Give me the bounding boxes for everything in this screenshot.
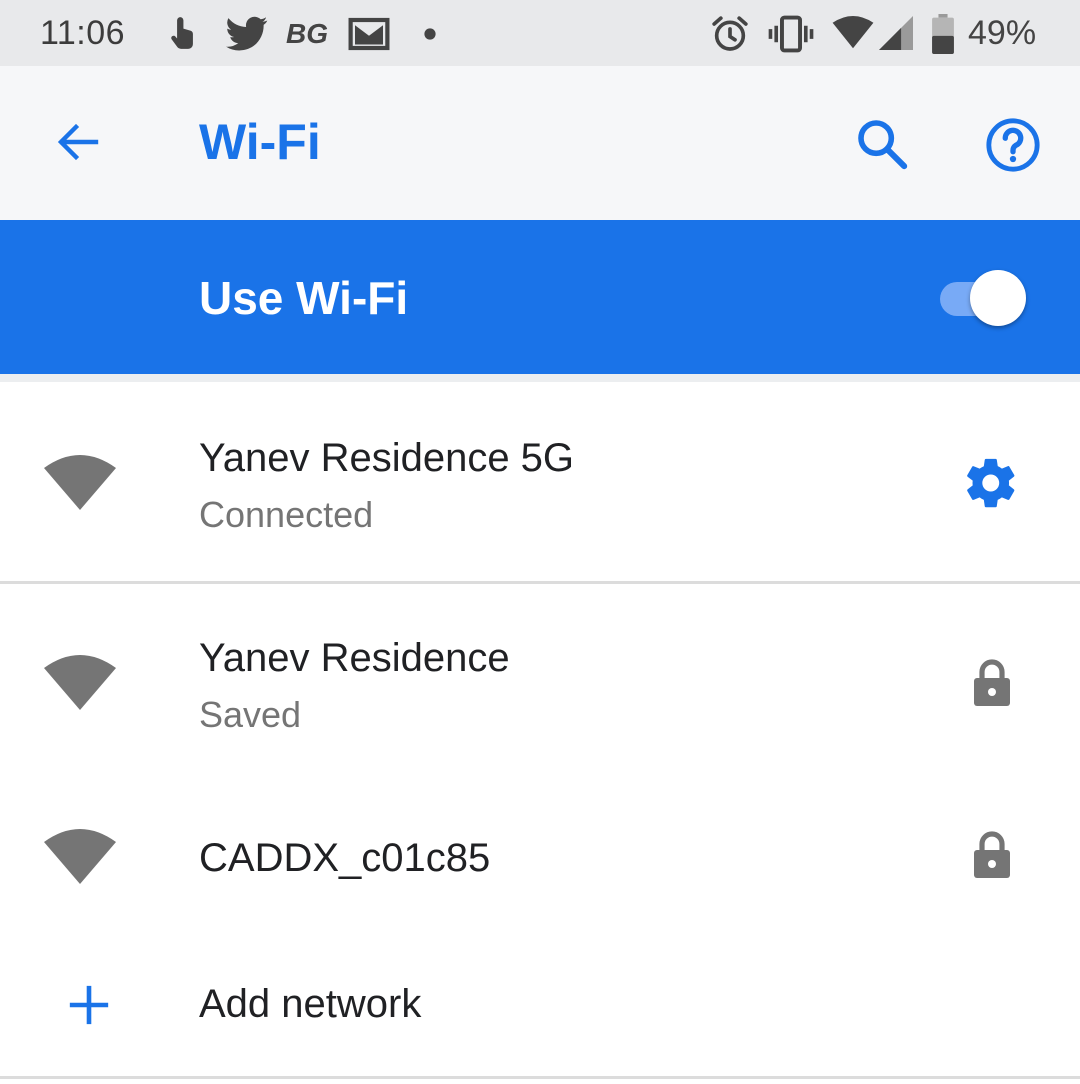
alarm-icon bbox=[712, 16, 748, 51]
back-arrow-icon[interactable] bbox=[52, 118, 104, 166]
network-item-connected[interactable]: Yanev Residence 5G Connected bbox=[0, 382, 1080, 582]
network-status: Saved bbox=[199, 694, 302, 735]
battery-percent: 49% bbox=[968, 14, 1037, 52]
cell-signal-icon bbox=[879, 16, 913, 50]
network-status: Connected bbox=[199, 494, 374, 535]
battery-icon bbox=[932, 14, 954, 54]
status-bar: 11:06 BG 49% bbox=[0, 0, 1080, 66]
wifi-signal-icon bbox=[44, 829, 116, 884]
plus-icon bbox=[69, 985, 109, 1025]
wifi-status-icon bbox=[832, 16, 874, 49]
twitter-icon bbox=[226, 16, 268, 51]
search-icon[interactable] bbox=[854, 116, 910, 172]
gear-icon[interactable] bbox=[962, 454, 1020, 512]
network-item[interactable]: CADDX_c01c85 bbox=[0, 784, 1080, 944]
app-bar: Wi-Fi bbox=[0, 66, 1080, 220]
use-wifi-row[interactable]: Use Wi-Fi bbox=[0, 220, 1080, 374]
status-time: 11:06 bbox=[40, 14, 126, 52]
add-network-row[interactable]: Add network bbox=[0, 944, 1080, 1074]
vibrate-icon bbox=[768, 15, 814, 53]
dot-icon bbox=[424, 28, 436, 40]
network-name: Yanev Residence 5G bbox=[199, 436, 575, 480]
wifi-signal-icon bbox=[44, 455, 116, 510]
lock-icon bbox=[974, 831, 1010, 878]
network-name: Yanev Residence bbox=[199, 636, 510, 680]
wifi-signal-icon bbox=[44, 655, 116, 710]
wifi-toggle-thumb[interactable] bbox=[970, 270, 1026, 326]
touch-icon bbox=[171, 17, 193, 49]
use-wifi-label: Use Wi-Fi bbox=[199, 272, 409, 324]
network-item-saved[interactable]: Yanev Residence Saved bbox=[0, 584, 1080, 784]
bg-icon: BG bbox=[286, 18, 328, 49]
page-title: Wi-Fi bbox=[199, 114, 321, 170]
add-network-label: Add network bbox=[199, 982, 422, 1026]
divider bbox=[0, 1076, 1080, 1079]
section-gap bbox=[0, 374, 1080, 382]
lock-icon bbox=[974, 659, 1010, 706]
network-name: CADDX_c01c85 bbox=[199, 836, 491, 880]
help-icon[interactable] bbox=[984, 116, 1042, 174]
gmail-icon bbox=[348, 17, 390, 51]
